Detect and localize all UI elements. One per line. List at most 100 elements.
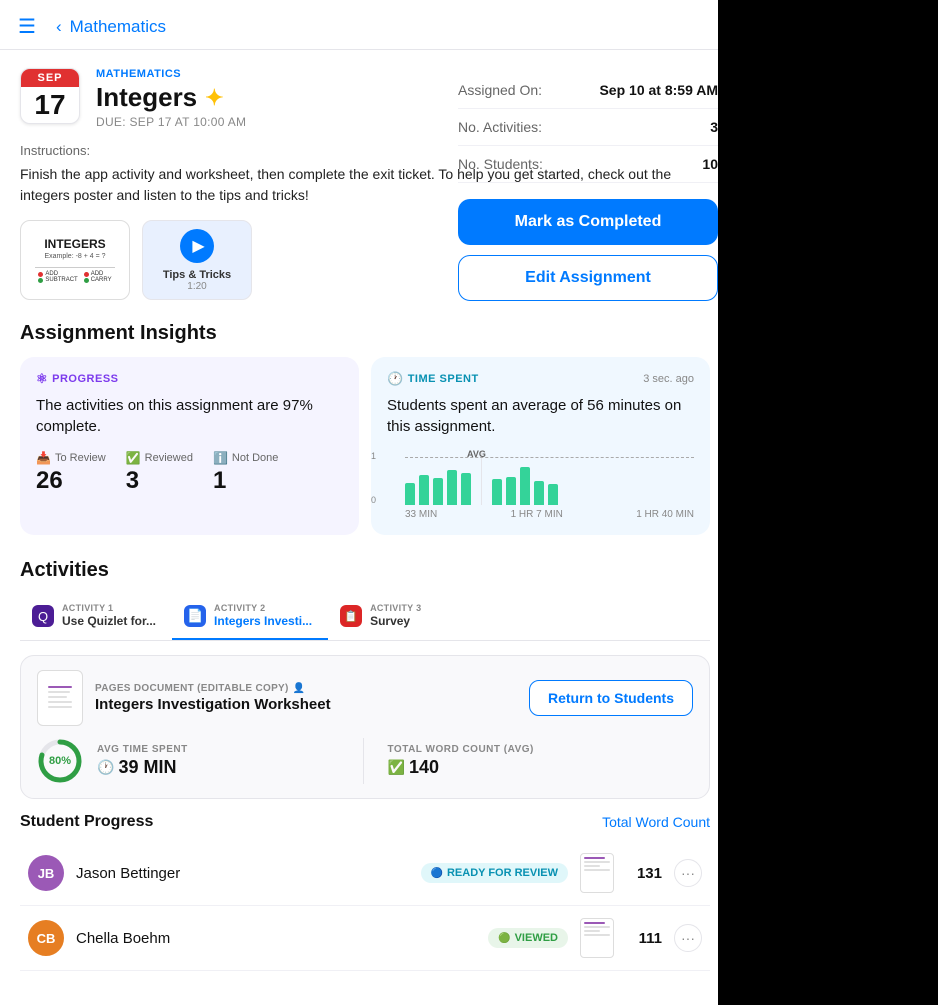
assignment-due: DUE: SEP 17 AT 10:00 AM [96, 115, 246, 129]
tab-survey-label: Survey [370, 614, 421, 628]
activities-section: Activities Q ACTIVITY 1 Use Quizlet for.… [20, 559, 710, 971]
student-word-count-jason: 131 [626, 865, 662, 882]
attachment-tips-video[interactable]: ▶ Tips & Tricks 1:20 [142, 220, 252, 300]
student-row-chella: CB Chella Boehm 🟢 VIEWED 111 ··· [20, 906, 710, 971]
date-month: SEP [21, 69, 79, 87]
student-list: JB Jason Bettinger 🔵 READY FOR REVIEW 13… [20, 841, 710, 971]
student-more-btn-jason[interactable]: ··· [674, 859, 702, 887]
play-button[interactable]: ▶ [180, 229, 214, 263]
nav-title[interactable]: Mathematics [70, 17, 166, 37]
clock-icon-2: 🕐 [97, 759, 114, 776]
progress-card: ⚛ PROGRESS The activities on this assign… [20, 357, 359, 535]
bar-10 [548, 484, 558, 505]
doc-card-top: PAGES DOCUMENT (EDITABLE COPY) 👤 Integer… [37, 670, 693, 726]
doc-thumbnail [37, 670, 83, 726]
mark-completed-button[interactable]: Mark as Completed [458, 199, 718, 245]
student-name-chella: Chella Boehm [76, 930, 476, 947]
attachment-integers-poster[interactable]: INTEGERS Example: -8 + 4 = ? ADD SUBTRAC… [20, 220, 130, 300]
right-panel: Assigned On: Sep 10 at 8:59 AM No. Activ… [458, 50, 718, 311]
tab-integers[interactable]: 📄 ACTIVITY 2 Integers Investi... [172, 594, 328, 640]
status-icon-chella: 🟢 [498, 933, 510, 944]
time-desc: Students spent an average of 56 minutes … [387, 395, 694, 437]
black-overlay [718, 0, 938, 1005]
avatar-jb: JB [28, 855, 64, 891]
return-to-students-button[interactable]: Return to Students [529, 680, 693, 716]
bar-4 [447, 470, 457, 505]
sparkle-icon: ✦ [205, 85, 223, 111]
tab-quizlet[interactable]: Q ACTIVITY 1 Use Quizlet for... [20, 594, 172, 640]
avg-time-label: AVG TIME SPENT [97, 744, 188, 755]
clock-icon: 🕐 [387, 371, 404, 387]
date-badge: SEP 17 [20, 68, 80, 124]
progress-card-header: ⚛ PROGRESS [36, 371, 343, 387]
student-doc-thumb-jason [580, 853, 614, 893]
meta-assigned-on: Assigned On: Sep 10 at 8:59 AM [458, 72, 718, 109]
student-doc-thumb-chella [580, 918, 614, 958]
stat-reviewed: ✅ Reviewed 3 [126, 451, 193, 495]
tab-quizlet-icon: Q [32, 605, 54, 627]
stat-to-review: 📥 To Review 26 [36, 451, 106, 495]
bar-7 [506, 477, 516, 505]
insights-section: Assignment Insights ⚛ PROGRESS The activ… [20, 322, 710, 535]
students-key: No. Students: [458, 156, 543, 172]
progress-icon: ⚛ [36, 371, 48, 387]
checkmark-icon: ✅ [126, 451, 141, 465]
date-day: 17 [21, 87, 79, 123]
tab-survey[interactable]: 📋 ACTIVITY 3 Survey [328, 594, 437, 640]
tab-integers-num: ACTIVITY 2 [214, 604, 312, 613]
student-name-jason: Jason Bettinger [76, 865, 409, 882]
tab-integers-label: Integers Investi... [214, 614, 312, 628]
activities-key: No. Activities: [458, 119, 542, 135]
time-chart: 1 0 AVG [387, 451, 694, 521]
avatar-cb: CB [28, 920, 64, 956]
avg-time-value: 🕐 39 MIN [97, 757, 188, 778]
status-icon-jason: 🔵 [431, 868, 443, 879]
tab-survey-icon: 📋 [340, 605, 362, 627]
bar-9 [534, 481, 544, 505]
doc-stat-words: TOTAL WORD COUNT (AVG) ✅ 140 [364, 744, 694, 778]
nav-icons: 🔓 📌 ♥ ··· [772, 14, 920, 39]
time-label: 🕐 TIME SPENT [387, 371, 479, 387]
insights-title: Assignment Insights [20, 322, 710, 345]
doc-type-label: PAGES DOCUMENT (EDITABLE COPY) 👤 [95, 683, 331, 694]
insights-cards: ⚛ PROGRESS The activities on this assign… [20, 357, 710, 535]
meta-activities: No. Activities: 3 [458, 109, 718, 146]
assigned-on-key: Assigned On: [458, 82, 542, 98]
play-icon: ▶ [192, 236, 204, 256]
document-card: PAGES DOCUMENT (EDITABLE COPY) 👤 Integer… [20, 655, 710, 799]
content-area: SEP 17 MATHEMATICS Integers ✦ DUE: SEP 1… [0, 50, 938, 1005]
sidebar-toggle-icon[interactable]: ☰ [18, 14, 36, 39]
student-row-jason: JB Jason Bettinger 🔵 READY FOR REVIEW 13… [20, 841, 710, 906]
assignment-info: MATHEMATICS Integers ✦ DUE: SEP 17 AT 10… [96, 68, 246, 129]
progress-desc: The activities on this assignment are 97… [36, 395, 343, 437]
progress-stats: 📥 To Review 26 ✅ Reviewed 3 [36, 451, 343, 495]
info-icon: ℹ️ [213, 451, 228, 465]
video-duration: 1:20 [187, 281, 206, 292]
word-count-value: ✅ 140 [388, 757, 694, 778]
pin-icon[interactable]: 📌 [819, 14, 844, 39]
chart-xaxis: 33 MIN 1 HR 7 MIN 1 HR 40 MIN [405, 509, 694, 520]
xaxis-label-3: 1 HR 40 MIN [636, 509, 694, 520]
progress-circle: 80% [37, 738, 83, 784]
bar-6 [492, 479, 502, 505]
stat-reviewed-value: 3 [126, 467, 193, 495]
more-icon[interactable]: ··· [900, 15, 920, 38]
progress-pct-label: 80% [49, 755, 71, 767]
time-timestamp: 3 sec. ago [643, 373, 694, 385]
stat-not-done: ℹ️ Not Done 1 [213, 451, 278, 495]
heart-icon[interactable]: ♥ [866, 15, 878, 38]
tab-survey-num: ACTIVITY 3 [370, 604, 421, 613]
word-count-label: TOTAL WORD COUNT (AVG) [388, 744, 694, 755]
avg-dashed-line [405, 457, 694, 458]
chevron-left-icon[interactable]: ‹ [56, 17, 62, 37]
doc-info: PAGES DOCUMENT (EDITABLE COPY) 👤 Integer… [37, 670, 331, 726]
bar-2 [419, 475, 429, 505]
lock-icon[interactable]: 🔓 [772, 14, 797, 39]
assigned-on-value: Sep 10 at 8:59 AM [599, 82, 718, 98]
edit-assignment-button[interactable]: Edit Assignment [458, 255, 718, 301]
time-spent-card: 🕐 TIME SPENT 3 sec. ago Students spent a… [371, 357, 710, 535]
student-more-btn-chella[interactable]: ··· [674, 924, 702, 952]
doc-stats: 80% AVG TIME SPENT 🕐 39 MIN TOTAL WORD C… [37, 738, 693, 784]
total-word-count-link[interactable]: Total Word Count [602, 814, 710, 830]
student-progress-header: Student Progress Total Word Count [20, 813, 710, 831]
